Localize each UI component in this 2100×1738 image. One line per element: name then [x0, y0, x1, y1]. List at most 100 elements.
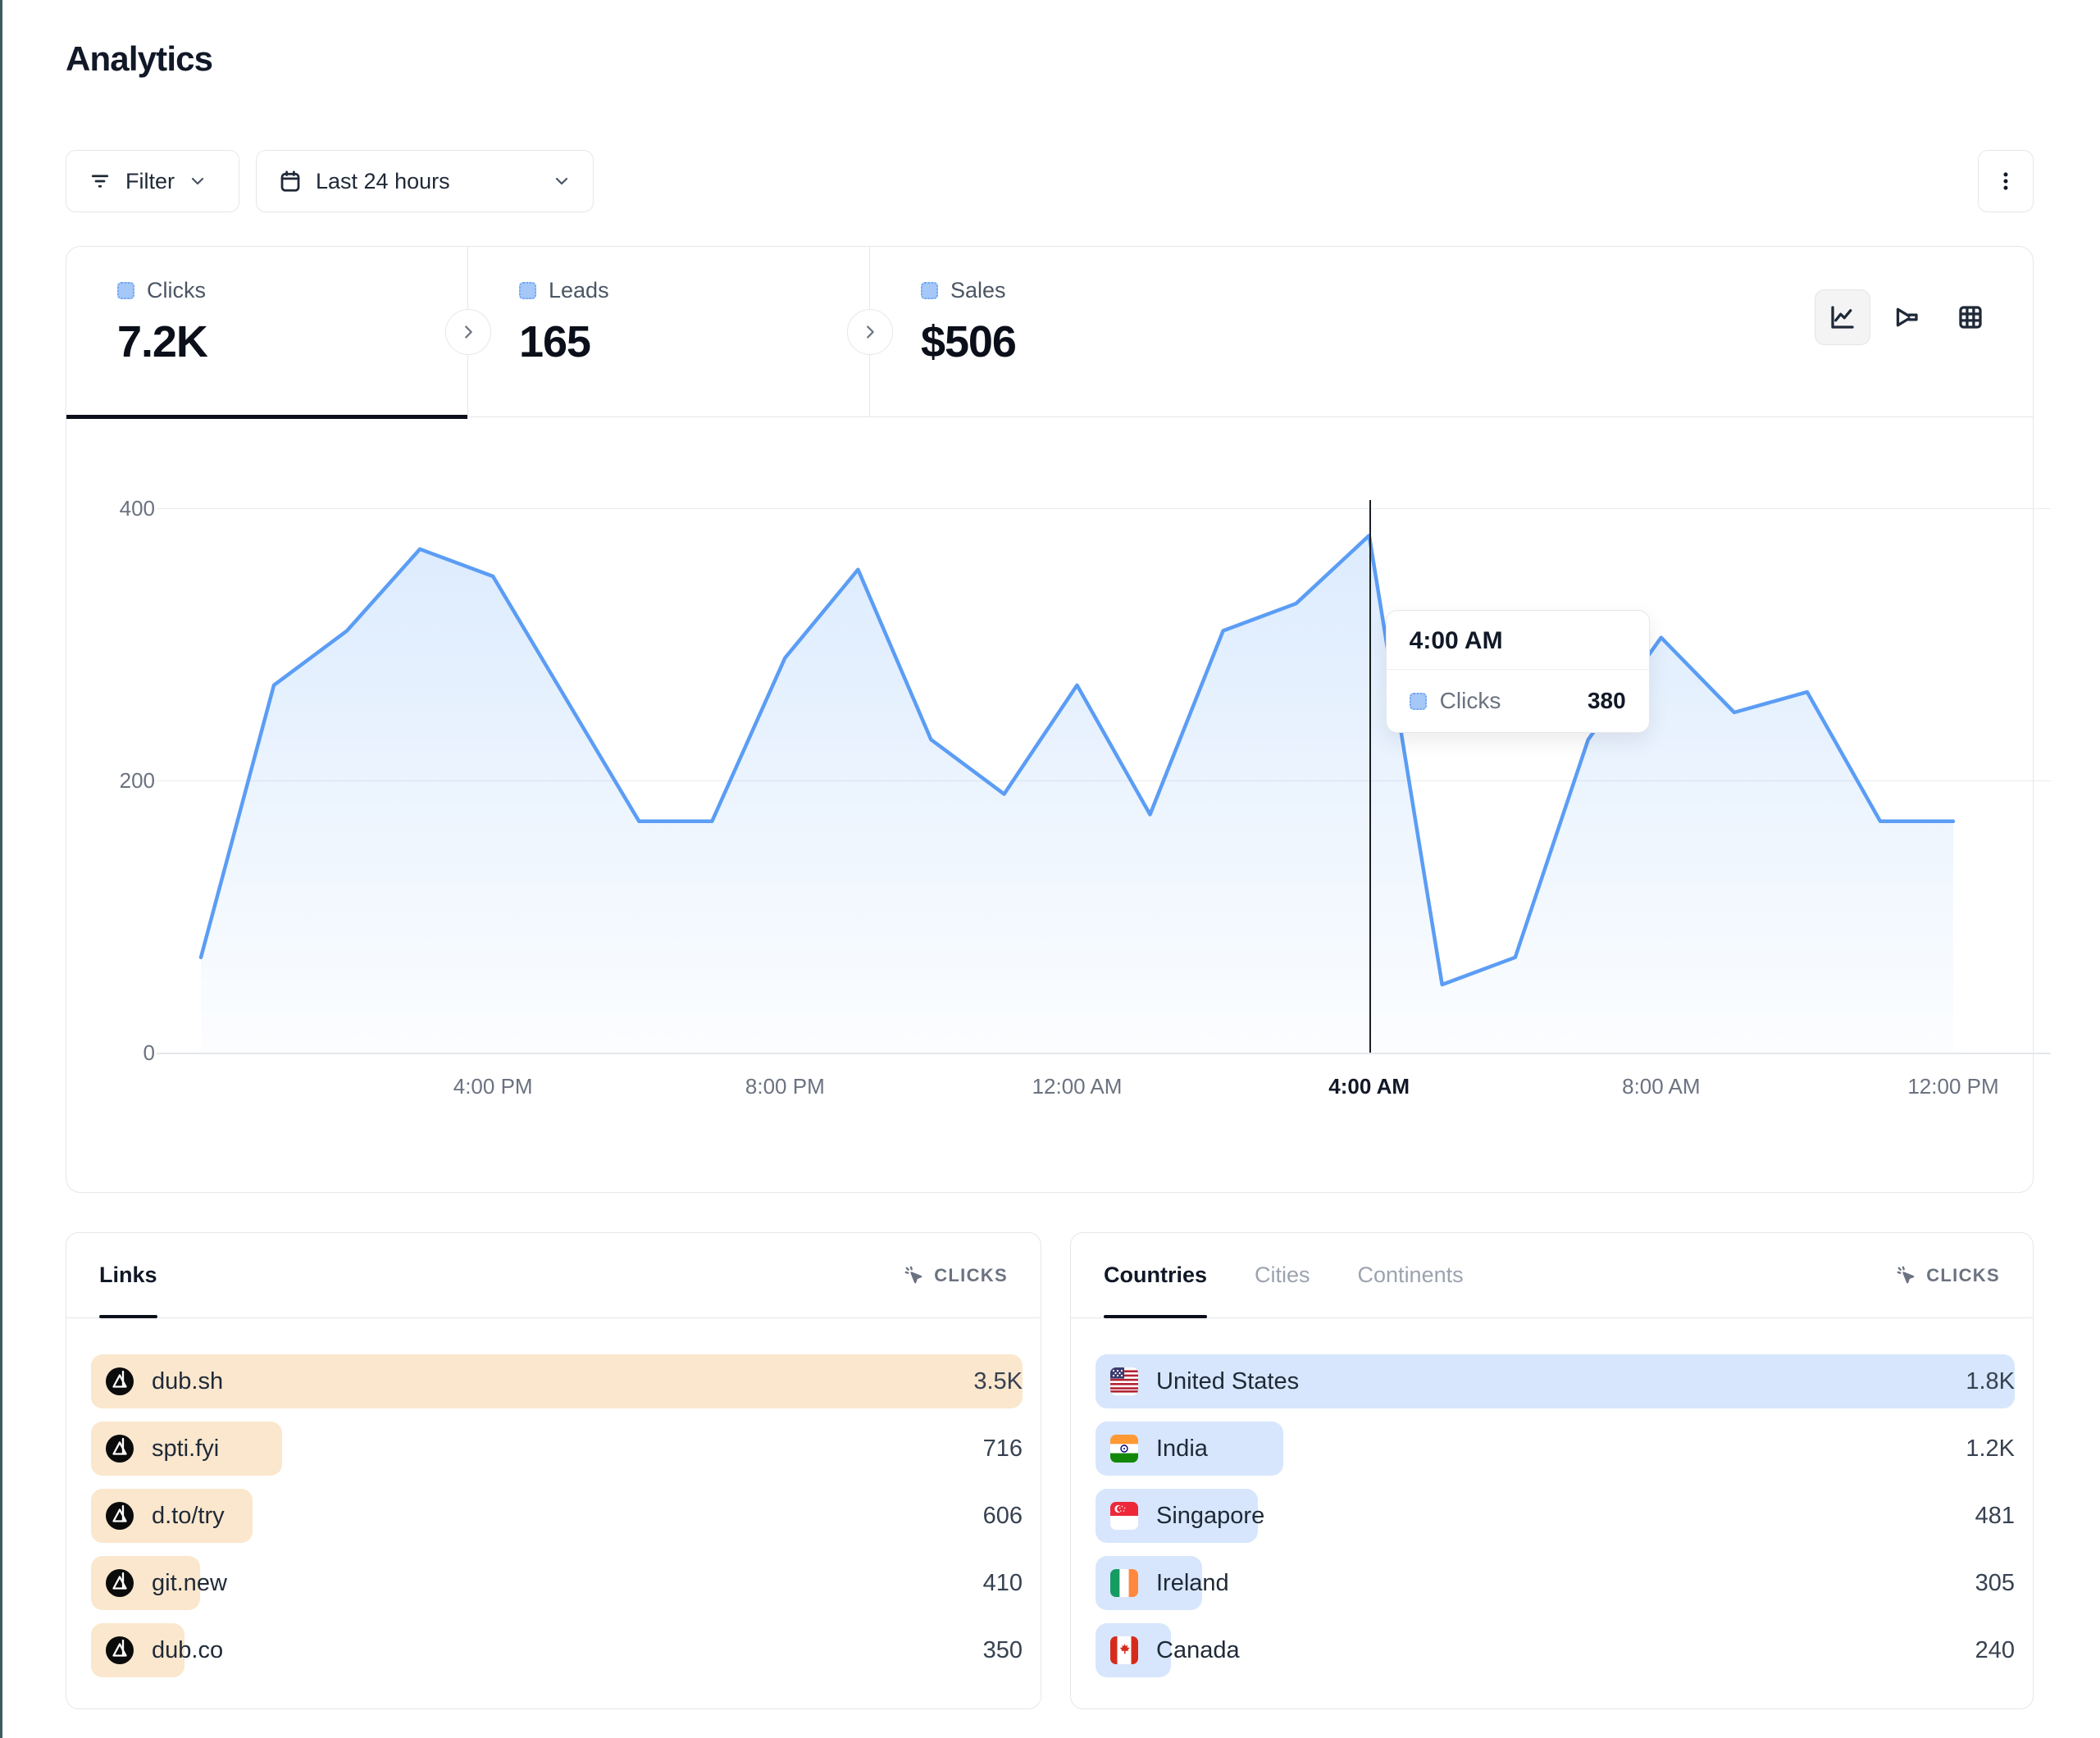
dub-logo-icon: [106, 1435, 134, 1463]
links-panel-header: Links CLICKS: [66, 1233, 1041, 1318]
tab-sales[interactable]: Sales $506: [870, 247, 1272, 417]
kebab-menu-icon: [1993, 169, 2018, 193]
tab-cities[interactable]: Cities: [1255, 1233, 1310, 1317]
tab-links[interactable]: Links: [99, 1233, 157, 1317]
clicks-tab-label: Clicks: [147, 278, 206, 303]
hover-crosshair: [1369, 500, 1372, 1053]
x-axis-tick: 12:00 PM: [1907, 1074, 1998, 1099]
country-row[interactable]: Canada240: [1096, 1623, 2015, 1677]
x-axis-tick: 4:00 AM: [1328, 1074, 1410, 1099]
tab-continents[interactable]: Continents: [1358, 1233, 1464, 1317]
date-range-button[interactable]: Last 24 hours: [256, 150, 594, 212]
x-axis-tick: 12:00 AM: [1032, 1074, 1123, 1099]
stats-tab-row: Clicks 7.2K Leads 165 Sales $506: [66, 247, 2033, 417]
india-flag-icon: [1110, 1435, 1138, 1463]
left-edge-divider: [0, 0, 2, 1738]
chevron-right-icon: [861, 323, 879, 341]
more-options-button[interactable]: [1978, 150, 2034, 212]
tab-countries[interactable]: Countries: [1104, 1233, 1207, 1317]
tooltip-legend-swatch: [1410, 693, 1427, 710]
country-row[interactable]: Singapore 481: [1096, 1489, 2015, 1543]
link-row[interactable]: d.to/try 606: [91, 1489, 1023, 1543]
y-axis-tick: 0: [89, 1040, 155, 1066]
links-list: dub.sh 3.5K spti.fyi 716 d.to/try 606 git.n…: [66, 1318, 1041, 1677]
y-axis-tick: 200: [89, 768, 155, 794]
tab-clicks[interactable]: Clicks 7.2K: [66, 247, 468, 417]
link-row[interactable]: git.new410: [91, 1556, 1023, 1610]
clicks-count: 1.8K: [1916, 1368, 2015, 1395]
tooltip-value: 380: [1588, 688, 1626, 714]
in-flag-icon: [1110, 1435, 1138, 1463]
link-label: dub.sh: [152, 1368, 223, 1395]
table-grid-icon: [1956, 303, 1985, 332]
leads-tab-value: 165: [519, 316, 869, 367]
countries-sort-label: CLICKS: [1926, 1265, 2000, 1286]
sg-flag-icon: [1110, 1502, 1138, 1530]
clicks-count: 716: [924, 1435, 1023, 1463]
link-row[interactable]: dub.sh 3.5K: [91, 1354, 1023, 1408]
area-fill: [201, 535, 1953, 1053]
dub-logo-icon: [106, 1367, 134, 1395]
expand-leads-button[interactable]: [445, 309, 491, 355]
us-flag-icon: [1110, 1367, 1138, 1395]
clicks-count: 481: [1916, 1503, 2015, 1530]
dub-logo-icon: [106, 1569, 134, 1597]
clicks-count: 350: [924, 1637, 1023, 1664]
country-row[interactable]: Ireland305: [1096, 1556, 2015, 1610]
analytics-page: Analytics Filter Last 24 hours: [0, 0, 2100, 1738]
chart-tooltip: 4:00 AM Clicks 380: [1386, 610, 1650, 733]
countries-panel: Countries Cities Continents CLICKS Unite…: [1070, 1232, 2034, 1709]
singapore-flag-icon: [1110, 1502, 1138, 1530]
links-sort-label: CLICKS: [934, 1265, 1008, 1286]
date-range-label: Last 24 hours: [316, 169, 450, 194]
link-row[interactable]: spti.fyi 716: [91, 1422, 1023, 1476]
countries-panel-header: Countries Cities Continents CLICKS: [1071, 1233, 2033, 1318]
x-axis-tick: 4:00 PM: [453, 1074, 533, 1099]
funnel-view-button[interactable]: [1879, 289, 1934, 345]
filter-lines-icon: [88, 169, 112, 193]
us-flag-icon: [1110, 1367, 1138, 1395]
country-label: India: [1156, 1435, 1208, 1463]
dub-logo-icon: [106, 1367, 134, 1395]
cursor-click-icon: [903, 1264, 926, 1287]
canada-flag-icon: [1110, 1636, 1138, 1664]
country-label: Ireland: [1156, 1570, 1229, 1597]
country-label: United States: [1156, 1368, 1299, 1395]
links-sort-by-clicks[interactable]: CLICKS: [903, 1264, 1008, 1287]
filter-button-label: Filter: [125, 169, 175, 194]
country-row[interactable]: India 1.2K: [1096, 1422, 2015, 1476]
country-label: Singapore: [1156, 1503, 1264, 1530]
countries-sort-by-clicks[interactable]: CLICKS: [1895, 1264, 2000, 1287]
page-title: Analytics: [66, 39, 212, 79]
clicks-count: 606: [924, 1503, 1023, 1530]
leads-legend-swatch: [519, 282, 536, 299]
clicks-legend-swatch: [117, 282, 134, 299]
links-panel: Links CLICKS dub.sh 3.5K spti.fyi 716 d.to…: [66, 1232, 1041, 1709]
tab-leads[interactable]: Leads 165: [468, 247, 870, 417]
sales-tab-label: Sales: [950, 278, 1006, 303]
expand-sales-button[interactable]: [847, 309, 893, 355]
chevron-right-icon: [459, 323, 477, 341]
filter-button[interactable]: Filter: [66, 150, 239, 212]
line-chart-view-button[interactable]: [1815, 289, 1870, 345]
ireland-flag-icon: [1110, 1569, 1138, 1597]
tooltip-time: 4:00 AM: [1387, 611, 1649, 670]
clicks-count: 3.5K: [924, 1368, 1023, 1395]
dub-logo-icon: [106, 1636, 134, 1664]
clicks-count: 410: [924, 1570, 1023, 1597]
link-row[interactable]: dub.co350: [91, 1623, 1023, 1677]
clicks-count: 1.2K: [1916, 1435, 2015, 1463]
funnel-icon: [1892, 303, 1921, 332]
chart-type-switcher: [1815, 289, 1998, 345]
gridline: [157, 1053, 2051, 1054]
country-row[interactable]: United States 1.8K: [1096, 1354, 2015, 1408]
table-view-button[interactable]: [1943, 289, 1998, 345]
sales-legend-swatch: [921, 282, 938, 299]
dub-logo-icon: [106, 1435, 134, 1463]
sales-tab-value: $506: [921, 316, 1272, 367]
link-label: spti.fyi: [152, 1435, 219, 1463]
link-label: d.to/try: [152, 1503, 225, 1530]
calendar-icon: [278, 169, 303, 193]
analytics-card: Clicks 7.2K Leads 165 Sales $506: [66, 246, 2034, 1193]
area-chart-plot[interactable]: [201, 489, 1953, 1053]
